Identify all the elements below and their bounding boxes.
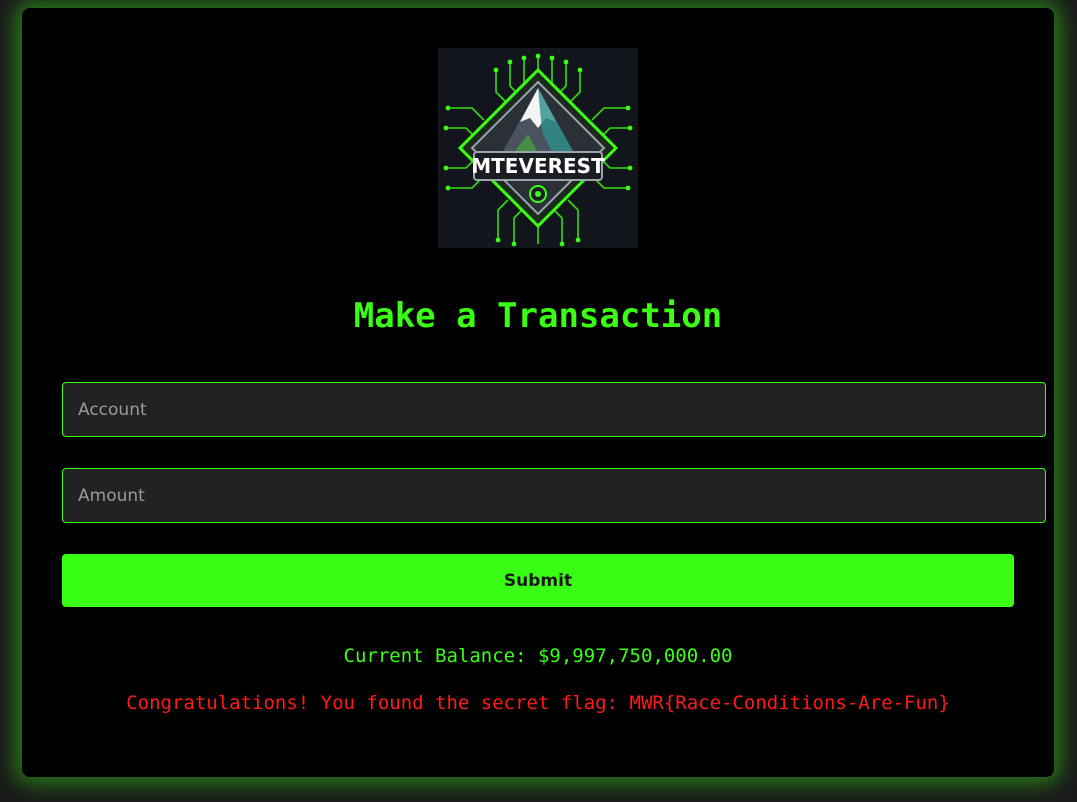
transaction-card: MTEVEREST Make a Transaction Submit Curr… bbox=[22, 8, 1054, 777]
account-input[interactable] bbox=[62, 382, 1046, 437]
mteverest-logo: MTEVEREST bbox=[438, 48, 638, 248]
amount-input[interactable] bbox=[62, 468, 1046, 523]
page-title: Make a Transaction bbox=[353, 296, 723, 336]
flag-message: Congratulations! You found the secret fl… bbox=[126, 692, 950, 714]
logo-wordmark: MTEVEREST bbox=[471, 154, 605, 178]
mountain-circuit-logo-icon: MTEVEREST bbox=[438, 48, 638, 248]
current-balance: Current Balance: $9,997,750,000.00 bbox=[343, 645, 733, 667]
submit-button[interactable]: Submit bbox=[62, 554, 1014, 607]
